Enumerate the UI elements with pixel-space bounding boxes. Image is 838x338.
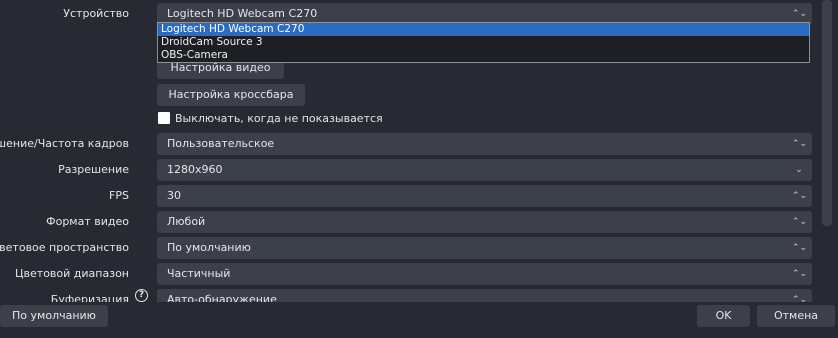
deactivate-when-hidden-checkbox[interactable] xyxy=(158,112,170,124)
color-range-select[interactable]: Частичный ⌃⌄ xyxy=(157,263,812,285)
color-space-row: Цветовое пространство По умолчанию ⌃⌄ xyxy=(0,235,815,261)
resolution-value: 1280x960 xyxy=(167,163,223,176)
resolution-fps-type-value: Пользовательское xyxy=(167,137,275,150)
updown-arrow-icon: ⌃⌄ xyxy=(792,269,808,279)
fps-row: FPS 30 ⌃⌄ xyxy=(0,183,815,209)
color-range-label: Цветовой диапазон xyxy=(15,267,129,280)
updown-arrow-icon: ⌃⌄ xyxy=(792,217,808,227)
device-option-logitech[interactable]: Logitech HD Webcam C270 xyxy=(158,23,809,36)
fps-value: 30 xyxy=(167,189,181,202)
properties-scrollbar[interactable] xyxy=(822,0,832,226)
resolution-fps-type-select[interactable]: Пользовательское ⌃⌄ xyxy=(157,133,812,155)
updown-arrow-icon: ⌃⌄ xyxy=(792,191,808,201)
ok-button[interactable]: OK xyxy=(697,305,750,327)
updown-arrow-icon: ⌃⌄ xyxy=(792,139,808,149)
defaults-button[interactable]: По умолчанию xyxy=(0,305,108,327)
video-format-select[interactable]: Любой ⌃⌄ xyxy=(157,211,812,233)
resolution-fps-type-label: Разрешение/Частота кадров xyxy=(0,137,129,150)
resolution-combobox[interactable]: 1280x960 ⌄ xyxy=(157,159,812,181)
video-format-label: Формат видео xyxy=(46,215,129,228)
device-dropdown-list: Logitech HD Webcam C270 DroidCam Source … xyxy=(157,22,810,63)
chevron-down-icon: ⌄ xyxy=(795,165,803,175)
device-option-droidcam[interactable]: DroidCam Source 3 xyxy=(158,36,809,49)
color-range-row: Цветовой диапазон Частичный ⌃⌄ xyxy=(0,261,815,287)
crossbar-settings-button[interactable]: Настройка кроссбара xyxy=(157,84,305,106)
color-space-select[interactable]: По умолчанию ⌃⌄ xyxy=(157,237,812,259)
device-option-obs-camera[interactable]: OBS-Camera xyxy=(158,49,809,62)
color-space-value: По умолчанию xyxy=(167,241,251,254)
dialog-footer: По умолчанию OK Отмена xyxy=(0,302,838,338)
device-select-value: Logitech HD Webcam C270 xyxy=(167,7,318,20)
video-format-row: Формат видео Любой ⌃⌄ xyxy=(0,209,815,235)
help-icon[interactable]: ? xyxy=(135,289,148,302)
video-format-value: Любой xyxy=(167,215,206,228)
fps-label: FPS xyxy=(109,189,129,202)
resolution-row: Разрешение 1280x960 ⌄ xyxy=(0,157,815,183)
deactivate-when-hidden-label: Выключать, когда не показывается xyxy=(175,112,383,125)
color-space-label: Цветовое пространство xyxy=(0,241,129,254)
cancel-button[interactable]: Отмена xyxy=(757,305,835,327)
resolution-label: Разрешение xyxy=(58,163,129,176)
updown-arrow-icon: ⌃⌄ xyxy=(792,243,808,253)
device-label: Устройство xyxy=(63,7,129,20)
color-range-value: Частичный xyxy=(167,267,231,280)
resolution-fps-type-row: Разрешение/Частота кадров Пользовательск… xyxy=(0,131,815,157)
fps-select[interactable]: 30 ⌃⌄ xyxy=(157,185,812,207)
